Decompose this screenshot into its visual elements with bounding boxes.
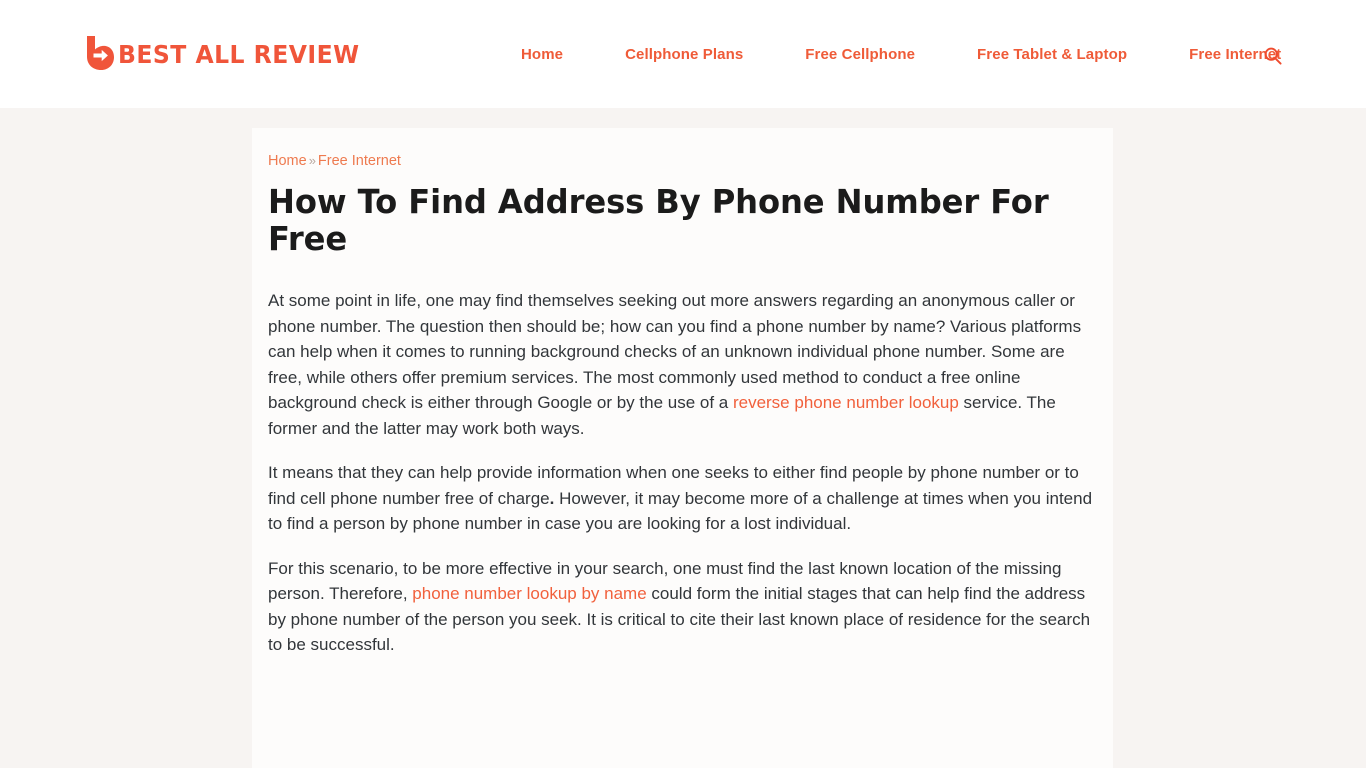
breadcrumb-separator: » — [308, 153, 316, 168]
breadcrumb-link-current[interactable]: Free Internet — [318, 153, 401, 169]
paragraph-1: At some point in life, one may find them… — [268, 288, 1097, 441]
nav-item-home[interactable]: Home — [505, 47, 594, 62]
breadcrumb: Home» Free Internet — [268, 154, 1097, 169]
paragraph-2: It means that they can help provide info… — [268, 460, 1097, 537]
nav-item-cellphone-plans[interactable]: Cellphone Plans — [594, 47, 774, 62]
logo-text: BEST ALL REVIEW — [118, 39, 360, 69]
inline-link-phone-number-lookup-by-name[interactable]: phone number lookup by name — [412, 584, 646, 603]
page-body: Home» Free Internet How To Find Address B… — [0, 108, 1366, 768]
primary-navigation: Home Cellphone Plans Free Cellphone Free… — [505, 0, 1312, 108]
article-body: At some point in life, one may find them… — [268, 288, 1097, 658]
paragraph-3: For this scenario, to be more effective … — [268, 556, 1097, 658]
inline-link-reverse-phone-number-lookup[interactable]: reverse phone number lookup — [733, 393, 959, 412]
site-header: BEST ALL REVIEW Home Cellphone Plans Fre… — [0, 0, 1366, 108]
breadcrumb-link-home[interactable]: Home — [268, 153, 307, 169]
search-icon — [1264, 47, 1282, 65]
b-arrow-logo-icon — [87, 36, 114, 70]
search-button[interactable] — [1262, 45, 1284, 67]
site-logo[interactable]: BEST ALL REVIEW — [84, 35, 375, 73]
article-card: Home» Free Internet How To Find Address B… — [252, 128, 1113, 768]
nav-item-free-tablet-laptop[interactable]: Free Tablet & Laptop — [946, 47, 1158, 62]
nav-item-free-internet[interactable]: Free Internet — [1158, 47, 1312, 62]
nav-item-free-cellphone[interactable]: Free Cellphone — [774, 47, 946, 62]
page-title: How To Find Address By Phone Number For … — [268, 181, 1049, 259]
